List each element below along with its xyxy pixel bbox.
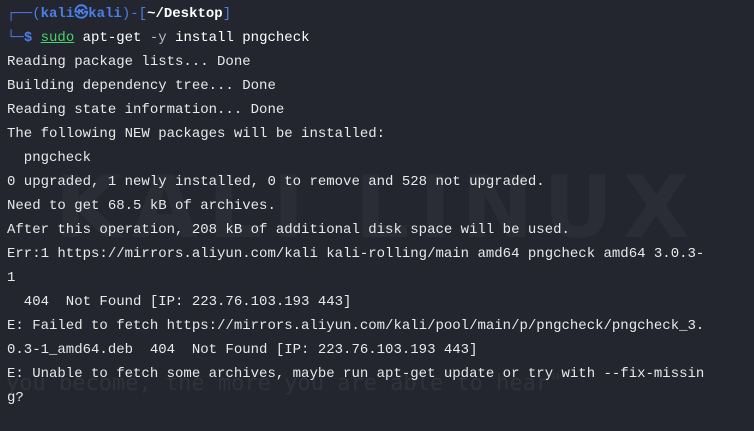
output-line-11: 404 Not Found [IP: 223.76.103.193 443]	[7, 294, 352, 310]
output-line-1: Reading package lists... Done	[7, 54, 251, 70]
prompt-tree-bottom: └─	[7, 30, 24, 46]
prompt-dash: -	[130, 6, 139, 22]
output-line-7: Need to get 68.5 kB of archives.	[7, 198, 276, 214]
prompt-tree-top: ┌──	[7, 6, 33, 22]
output-line-10: 1	[7, 270, 16, 286]
output-line-5: pngcheck	[7, 150, 92, 166]
command-install: install pngcheck	[166, 30, 310, 46]
output-line-14: E: Unable to fetch some archives, maybe …	[7, 366, 705, 382]
prompt-user-host: kali㉿kali	[40, 6, 122, 22]
prompt-open-paren: (	[32, 6, 41, 22]
output-line-9: Err:1 https://mirrors.aliyun.com/kali ka…	[7, 246, 705, 262]
command-flag: -y	[141, 30, 167, 46]
output-line-13: 0.3-1_amd64.deb 404 Not Found [IP: 223.7…	[7, 342, 478, 358]
command-line[interactable]: └─$ sudo apt-get -y install pngcheck	[7, 26, 754, 50]
output-line-8: After this operation, 208 kB of addition…	[7, 222, 570, 238]
output-line-2: Building dependency tree... Done	[7, 78, 276, 94]
prompt-cwd-close: ]	[222, 6, 232, 22]
command-apt-get: apt-get	[74, 30, 142, 46]
terminal-window[interactable]: KALI LINUX you become, the more you are …	[0, 0, 754, 431]
command-sudo: sudo	[40, 30, 75, 46]
output-line-12: E: Failed to fetch https://mirrors.aliyu…	[7, 318, 705, 334]
output-line-3: Reading state information... Done	[7, 102, 285, 118]
prompt-cwd-open: [	[138, 6, 148, 22]
prompt-line-top: ┌──(kali㉿kali)-[~/Desktop]	[7, 2, 754, 26]
output-line-6: 0 upgraded, 1 newly installed, 0 to remo…	[7, 174, 545, 190]
prompt-dollar: $	[23, 30, 33, 46]
prompt-close-paren: )	[121, 6, 131, 22]
prompt-cwd: ~/Desktop	[147, 6, 223, 22]
output-line-15: g?	[7, 390, 24, 406]
output-line-4: The following NEW packages will be insta…	[7, 126, 386, 142]
